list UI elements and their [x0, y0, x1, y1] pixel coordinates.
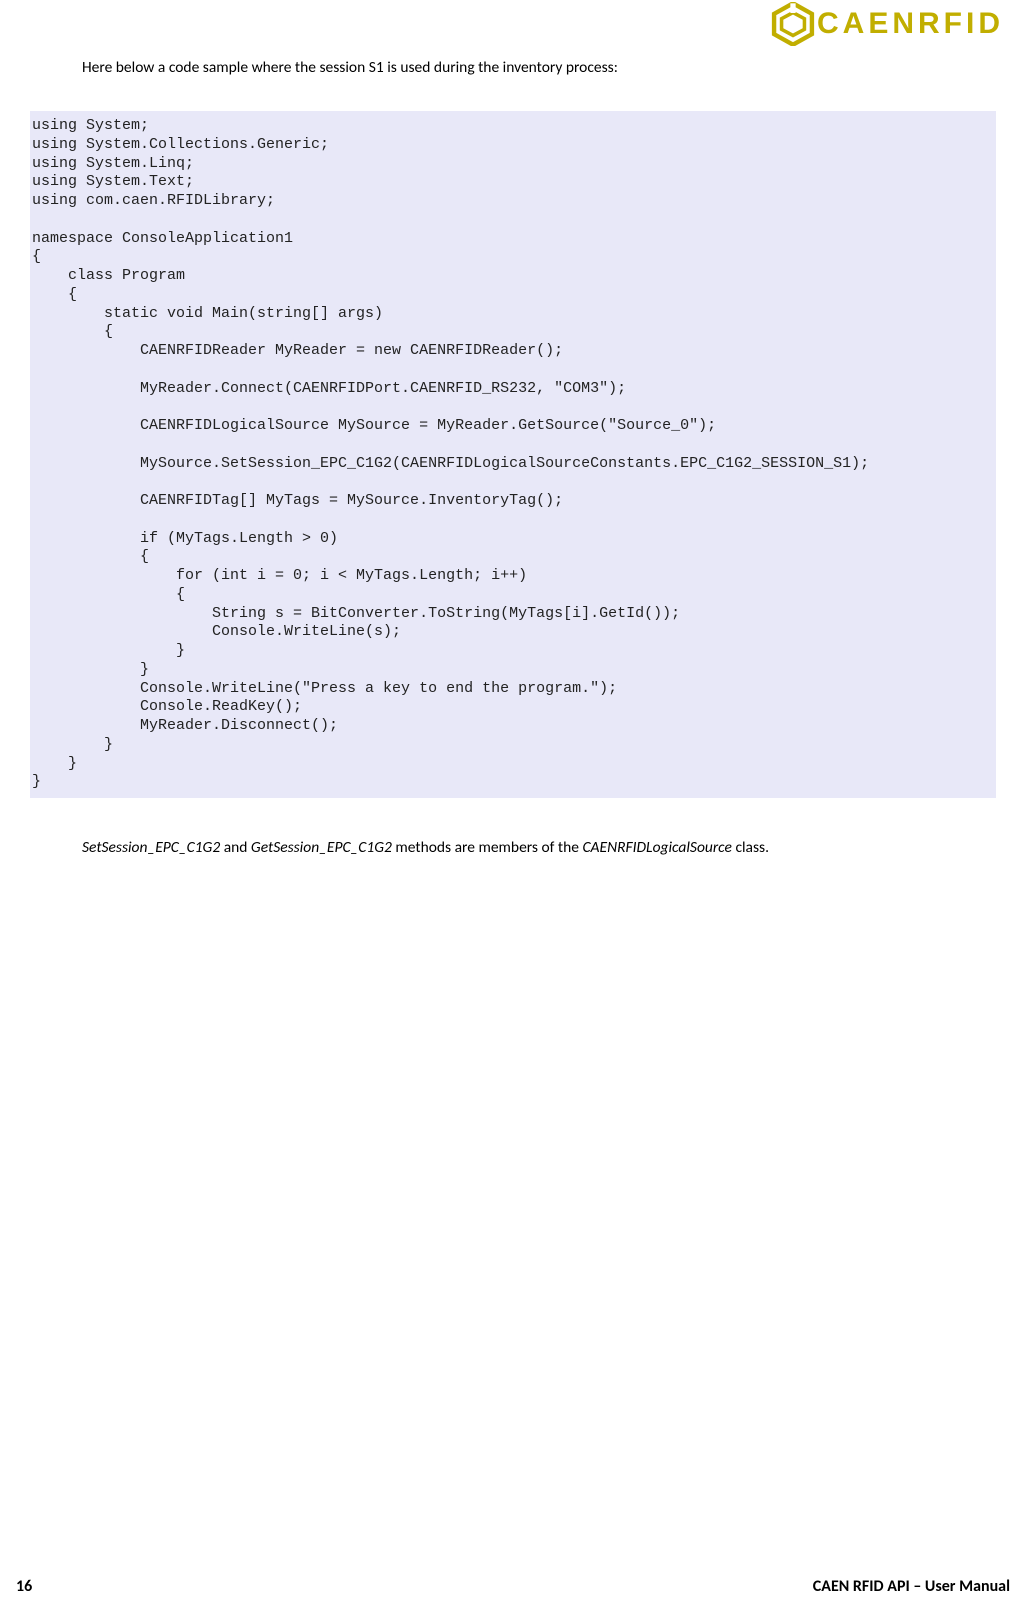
- method-name-2: GetSession_EPC_C1G2: [251, 838, 392, 857]
- footer-title: CAEN RFID API – User Manual: [813, 1577, 1010, 1596]
- outro-and: and: [220, 838, 251, 857]
- method-name-1: SetSession_EPC_C1G2: [82, 838, 220, 857]
- brand-hexagon-icon: [771, 2, 815, 46]
- outro-end: class.: [732, 838, 769, 857]
- code-sample: using System; using System.Collections.G…: [30, 111, 996, 798]
- outro-mid: methods are members of the: [392, 838, 583, 857]
- page-footer: 16 CAEN RFID API – User Manual: [0, 1577, 1010, 1596]
- intro-paragraph: Here below a code sample where the sessi…: [0, 46, 1010, 77]
- outro-paragraph: SetSession_EPC_C1G2 and GetSession_EPC_C…: [0, 798, 1010, 857]
- class-name: CAENRFIDLogicalSource: [582, 838, 731, 857]
- page-header: CAENRFID: [0, 0, 1010, 46]
- brand-logo: CAENRFID: [771, 2, 1004, 46]
- page-number: 16: [16, 1577, 32, 1596]
- brand-text: CAENRFID: [817, 7, 1004, 41]
